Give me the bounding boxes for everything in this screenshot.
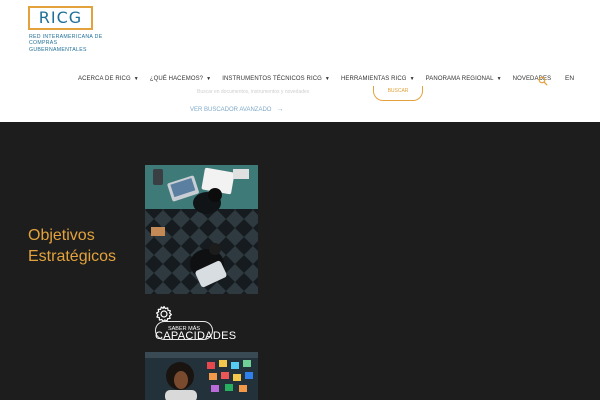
card-title: CAPACIDADES <box>155 330 237 342</box>
nav-item-acerca[interactable]: ACERCA DE RICG ▼ <box>78 76 139 82</box>
card-photo-sticky-notes <box>145 352 258 400</box>
section-title-line1: Objetivos <box>28 227 95 244</box>
nav-item-label: INSTRUMENTOS TÉCNICOS RICG <box>222 76 322 82</box>
search-button-label: BUSCAR <box>387 88 409 94</box>
logo-subtitle: RED INTERAMERICANA DE COMPRAS GUBERNAMEN… <box>29 34 103 53</box>
nav-item-label: PANORAMA REGIONAL <box>425 76 494 82</box>
site-header: RICG RED INTERAMERICANA DE COMPRAS GUBER… <box>0 0 600 122</box>
search-bar: Buscar en documentos, instrumentos y nov… <box>183 86 423 101</box>
search-icon[interactable] <box>538 73 548 86</box>
nav-item-label: ACERCA DE RICG <box>78 76 131 82</box>
language-switch[interactable]: EN <box>565 75 574 82</box>
search-button[interactable]: BUSCAR <box>373 86 423 101</box>
section-title-line2: Estratégicos <box>28 248 117 265</box>
main-nav: ACERCA DE RICG ▼ ¿QUÉ HACEMOS? ▼ INSTRUM… <box>78 73 562 85</box>
nav-item-instrumentos[interactable]: INSTRUMENTOS TÉCNICOS RICG ▼ <box>222 76 330 82</box>
chevron-down-icon: ▼ <box>133 76 139 82</box>
chevron-down-icon: ▼ <box>496 76 502 82</box>
nav-item-label: ¿QUÉ HACEMOS? <box>149 76 204 82</box>
search-placeholder: Buscar en documentos, instrumentos y nov… <box>197 89 310 95</box>
card-photo-meeting <box>145 165 258 294</box>
chevron-down-icon: ▼ <box>409 76 415 82</box>
nav-item-herramientas[interactable]: HERRAMIENTAS RICG ▼ <box>341 76 415 82</box>
chevron-down-icon: ▼ <box>324 76 330 82</box>
advanced-search-link[interactable]: VER BUSCADOR AVANZADO → <box>190 106 283 113</box>
nav-item-que-hacemos[interactable]: ¿QUÉ HACEMOS? ▼ <box>150 76 211 82</box>
logo[interactable]: RICG <box>28 6 93 30</box>
nav-item-label: HERRAMIENTAS RICG <box>340 76 407 82</box>
page: RICG RED INTERAMERICANA DE COMPRAS GUBER… <box>0 0 600 400</box>
chevron-down-icon: ▼ <box>206 76 212 82</box>
search-input[interactable]: Buscar en documentos, instrumentos y nov… <box>183 86 373 101</box>
arrow-right-icon: → <box>276 106 284 113</box>
advanced-search-label: VER BUSCADOR AVANZADO <box>190 106 272 113</box>
logo-text: RICG <box>38 8 83 27</box>
section-title: Objetivos Estratégicos <box>28 225 116 267</box>
nav-item-panorama[interactable]: PANORAMA REGIONAL ▼ <box>426 76 502 82</box>
